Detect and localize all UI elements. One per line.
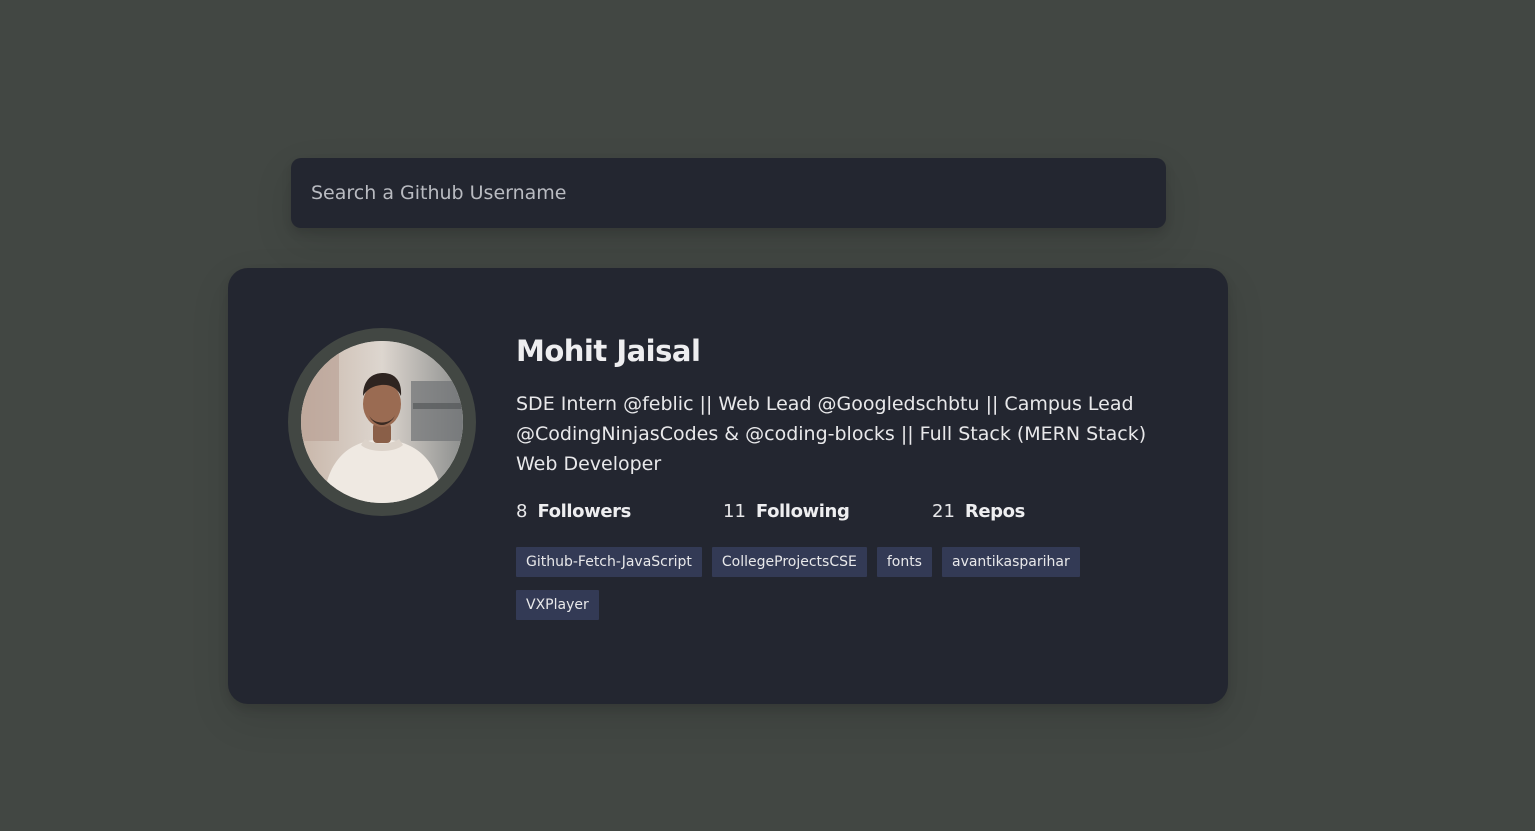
repos-count: 21 (932, 501, 955, 522)
followers-count: 8 (516, 501, 528, 522)
followers-label: Followers (537, 501, 631, 522)
stats-list: 8 Followers 11 Following 21 Repos (516, 499, 1176, 525)
user-photo-icon (301, 341, 463, 503)
user-info: Mohit Jaisal SDE Intern @feblic || Web L… (516, 330, 1176, 620)
repo-link[interactable]: Github-Fetch-JavaScript (516, 547, 702, 577)
user-name: Mohit Jaisal (516, 334, 701, 368)
stat-followers: 8 Followers (516, 499, 723, 525)
repo-link[interactable]: fonts (876, 547, 932, 577)
following-count: 11 (723, 501, 746, 522)
avatar (288, 328, 476, 516)
stat-following: 11 Following (723, 499, 932, 525)
user-bio: SDE Intern @feblic || Web Lead @Googleds… (516, 393, 1147, 475)
repo-link[interactable]: CollegeProjectsCSE (711, 547, 867, 577)
profile-card: Mohit Jaisal SDE Intern @feblic || Web L… (228, 268, 1228, 704)
repo-link[interactable]: avantikasparihar (941, 547, 1080, 577)
user-search-form (291, 158, 1166, 228)
repo-link[interactable]: VXPlayer (516, 590, 599, 620)
repos-label: Repos (964, 501, 1025, 522)
stat-repos: 21 Repos (932, 499, 1025, 525)
following-label: Following (755, 501, 850, 522)
search-input[interactable] (291, 158, 1166, 228)
repo-list: Github-Fetch-JavaScript CollegeProjectsC… (516, 547, 1136, 620)
